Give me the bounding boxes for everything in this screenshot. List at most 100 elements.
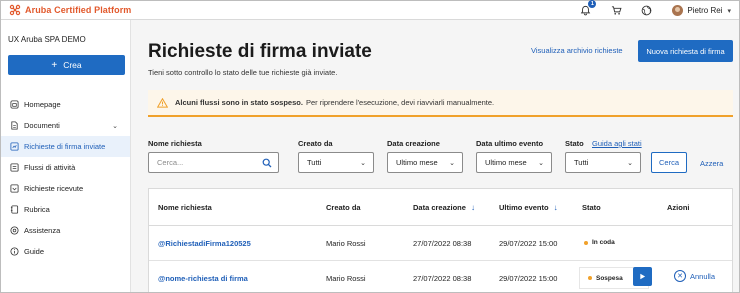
filter-label-name: Nome richiesta <box>148 139 202 148</box>
sidebar-item-rubrica[interactable]: Rubrica <box>1 199 130 220</box>
sidebar-item-ricevute[interactable]: Richieste ricevute <box>1 178 130 199</box>
chevron-down-icon[interactable]: ▾ <box>727 7 731 15</box>
creation-date-select[interactable]: Ultimo mese ⌄ <box>387 152 463 173</box>
table-row: @RichiestadiFirma120525 Mario Rossi 27/0… <box>149 226 732 261</box>
chevron-down-icon: ⌄ <box>360 160 366 167</box>
sidebar-item-label: Richieste ricevute <box>24 184 84 193</box>
alert-text: Per riprendere l'esecuzione, devi riavvi… <box>305 98 495 107</box>
sidebar-nav: Homepage Documenti ⌄ Richieste di firma … <box>1 94 130 262</box>
filter-label-created-by: Creato da <box>298 139 333 148</box>
state-value: Tutti <box>574 158 589 167</box>
column-header-actions: Azioni <box>667 203 690 212</box>
table-header: Nome richiesta Creato da Data creazione … <box>149 189 732 226</box>
sort-arrow-icon[interactable]: ↓ <box>554 203 558 212</box>
created-by-value: Tutti <box>307 158 322 167</box>
main-content: Richieste di firma inviate Tieni sotto c… <box>131 20 739 292</box>
home-icon <box>9 100 19 110</box>
inbox-icon <box>9 184 19 194</box>
aruba-logo-icon <box>9 4 21 16</box>
last-event-value: Ultimo mese <box>485 158 527 167</box>
chevron-down-icon[interactable]: ⌄ <box>112 122 118 130</box>
play-icon <box>640 273 646 280</box>
sidebar-item-assistenza[interactable]: Assistenza <box>1 220 130 241</box>
user-name[interactable]: Pietro Rei <box>687 6 722 15</box>
search-input[interactable]: Cerca... <box>148 152 279 173</box>
sidebar-item-guide[interactable]: Guide <box>1 241 130 262</box>
resume-button[interactable] <box>633 267 652 286</box>
company-name: UX Aruba SPA DEMO <box>8 35 86 44</box>
column-header-creation-date[interactable]: Data creazione ↓ <box>413 203 475 212</box>
brand[interactable]: Aruba Certified Platform <box>9 4 131 16</box>
alert-title: Alcuni flussi sono in stato sospeso. <box>175 98 303 107</box>
column-header-created-by[interactable]: Creato da <box>326 203 361 212</box>
state-select[interactable]: Tutti ⌄ <box>565 152 641 173</box>
globe-icon[interactable] <box>639 4 653 18</box>
sidebar-item-label: Documenti <box>24 121 60 130</box>
filter-label-last-event: Data ultimo evento <box>476 139 544 148</box>
chevron-down-icon: ⌄ <box>538 160 544 167</box>
creation-date-cell: 27/07/2022 08:38 <box>413 274 472 283</box>
status-dot <box>588 276 592 280</box>
reset-link[interactable]: Azzera <box>700 159 723 168</box>
status-label: Sospesa <box>596 274 623 282</box>
sidebar-item-label: Homepage <box>24 100 61 109</box>
signature-icon <box>9 142 19 152</box>
table-row: @nome-richiesta di firma Mario Rossi 27/… <box>149 261 732 292</box>
column-header-last-event[interactable]: Ultimo evento ↓ <box>499 203 558 212</box>
sidebar-item-label: Assistenza <box>24 226 61 235</box>
archive-link[interactable]: Visualizza archivio richieste <box>531 46 623 55</box>
request-name-link[interactable]: @RichiestadiFirma120525 <box>158 239 251 248</box>
notification-badge: 1 <box>588 0 597 8</box>
cart-icon[interactable] <box>609 4 623 18</box>
filter-label-creation-date: Data creazione <box>387 139 440 148</box>
last-event-select[interactable]: Ultimo mese ⌄ <box>476 152 552 173</box>
new-request-button[interactable]: Nuova richiesta di firma <box>638 40 733 62</box>
sidebar-item-homepage[interactable]: Homepage <box>1 94 130 115</box>
sidebar: UX Aruba SPA DEMO + Crea Homepage Docume… <box>1 20 131 292</box>
created-by-cell: Mario Rossi <box>326 239 366 248</box>
sort-arrow-icon[interactable]: ↓ <box>471 203 475 212</box>
requests-table: Nome richiesta Creato da Data creazione … <box>148 188 733 292</box>
last-event-cell: 29/07/2022 15:00 <box>499 239 558 248</box>
warning-icon <box>157 97 168 108</box>
top-bar: Aruba Certified Platform 1 Pietro Rei ▾ <box>1 0 739 20</box>
search-placeholder: Cerca... <box>157 158 184 167</box>
column-label: Data creazione <box>413 203 466 212</box>
created-by-cell: Mario Rossi <box>326 274 366 283</box>
search-icon[interactable] <box>262 158 272 168</box>
chevron-down-icon: ⌄ <box>449 160 455 167</box>
column-header-state: Stato <box>582 203 601 212</box>
create-button-label: Crea <box>63 60 82 70</box>
status-dot <box>584 240 588 245</box>
page-title: Richieste di firma inviate <box>148 41 372 62</box>
filter-label-state: Stato <box>565 139 584 148</box>
sidebar-item-documenti[interactable]: Documenti ⌄ <box>1 115 130 136</box>
request-name-link[interactable]: @nome-richiesta di firma <box>158 274 248 283</box>
column-label: Ultimo evento <box>499 203 549 212</box>
cancel-request-button[interactable]: ✕ Annulla <box>674 270 715 282</box>
help-icon <box>9 226 19 236</box>
address-book-icon <box>9 205 19 215</box>
search-button[interactable]: Cerca <box>651 152 687 173</box>
document-icon <box>9 121 19 131</box>
created-by-select[interactable]: Tutti ⌄ <box>298 152 374 173</box>
last-event-cell: 29/07/2022 15:00 <box>499 274 558 283</box>
filters-bar: Nome richiesta Cerca... Creato da Tutti … <box>148 133 733 183</box>
create-button[interactable]: + Crea <box>8 55 125 75</box>
creation-date-cell: 27/07/2022 08:38 <box>413 239 472 248</box>
guide-icon <box>9 247 19 257</box>
sidebar-item-richieste-inviate[interactable]: Richieste di firma inviate <box>1 136 130 157</box>
sidebar-item-label: Flussi di attività <box>24 163 76 172</box>
flow-icon <box>9 163 19 173</box>
brand-name: Aruba Certified Platform <box>25 5 132 15</box>
sidebar-item-flussi[interactable]: Flussi di attività <box>1 157 130 178</box>
sidebar-item-label: Guide <box>24 247 45 256</box>
plus-icon: + <box>51 59 58 71</box>
close-icon: ✕ <box>674 270 686 282</box>
state-guide-link[interactable]: Guida agli stati <box>592 139 642 148</box>
avatar[interactable] <box>672 5 684 16</box>
cancel-label: Annulla <box>690 271 716 281</box>
chevron-down-icon: ⌄ <box>627 160 633 167</box>
bell-icon[interactable]: 1 <box>578 0 597 18</box>
column-header-name[interactable]: Nome richiesta <box>158 203 212 212</box>
